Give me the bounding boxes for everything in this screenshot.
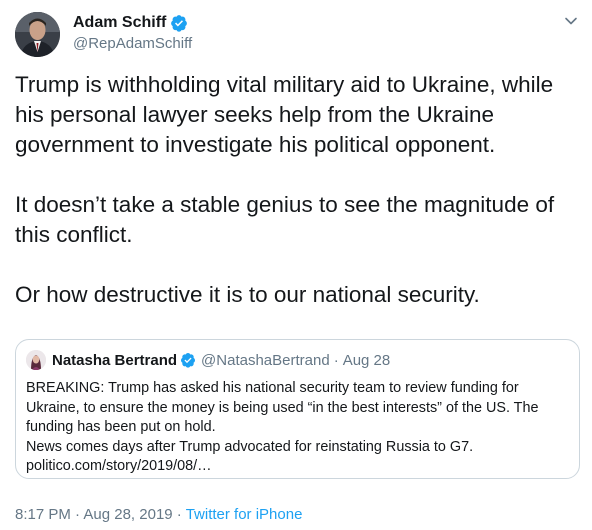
meta-separator: · <box>70 506 84 523</box>
author-display-name[interactable]: Adam Schiff <box>73 14 166 32</box>
verified-badge-icon <box>171 15 188 32</box>
tweet-source-link[interactable]: Twitter for iPhone <box>186 506 303 523</box>
quoted-tweet-header: Natasha Bertrand @NatashaBertrand · Aug … <box>26 350 567 370</box>
author-handle[interactable]: @RepAdamSchiff <box>73 35 192 52</box>
quoted-tweet[interactable]: Natasha Bertrand @NatashaBertrand · Aug … <box>15 339 580 479</box>
tweet-card: Adam Schiff @RepAdamSchiff Trump is with… <box>0 0 592 530</box>
meta-separator: · <box>172 506 186 523</box>
tweet-text: Trump is withholding vital military aid … <box>15 70 580 310</box>
quoted-link: politico.com/story/2019/08/… <box>26 458 212 474</box>
quoted-date[interactable]: Aug 28 <box>343 352 391 369</box>
quoted-text-line: BREAKING: Trump has asked his national s… <box>26 380 519 396</box>
quoted-text-line: Ukraine, to ensure the money is being us… <box>26 399 539 416</box>
tweet-paragraph: Trump is withholding vital military aid … <box>15 72 554 157</box>
quoted-handle[interactable]: @NatashaBertrand <box>201 352 330 369</box>
quoted-tweet-text: BREAKING: Trump has asked his national s… <box>26 379 567 477</box>
verified-badge-icon <box>181 353 196 368</box>
tweet-time[interactable]: 8:17 PM <box>15 506 71 523</box>
quoted-display-name[interactable]: Natasha Bertrand <box>52 352 177 369</box>
quoted-text-line: News comes days after Trump advocated fo… <box>26 438 474 455</box>
tweet-meta: 8:17 PM · Aug 28, 2019 · Twitter for iPh… <box>15 506 302 523</box>
tweet-date[interactable]: Aug 28, 2019 <box>83 506 172 523</box>
quoted-text-line: funding has been put on hold. <box>26 419 216 435</box>
tweet-paragraph: Or how destructive it is to our national… <box>15 282 480 307</box>
tweet-paragraph: It doesn’t take a stable genius to see t… <box>15 192 555 247</box>
author-name-row: Adam Schiff <box>73 14 188 32</box>
quoted-avatar[interactable] <box>26 350 46 370</box>
chevron-down-icon[interactable] <box>564 14 578 28</box>
quoted-separator: · <box>333 351 339 369</box>
avatar[interactable] <box>15 12 60 57</box>
